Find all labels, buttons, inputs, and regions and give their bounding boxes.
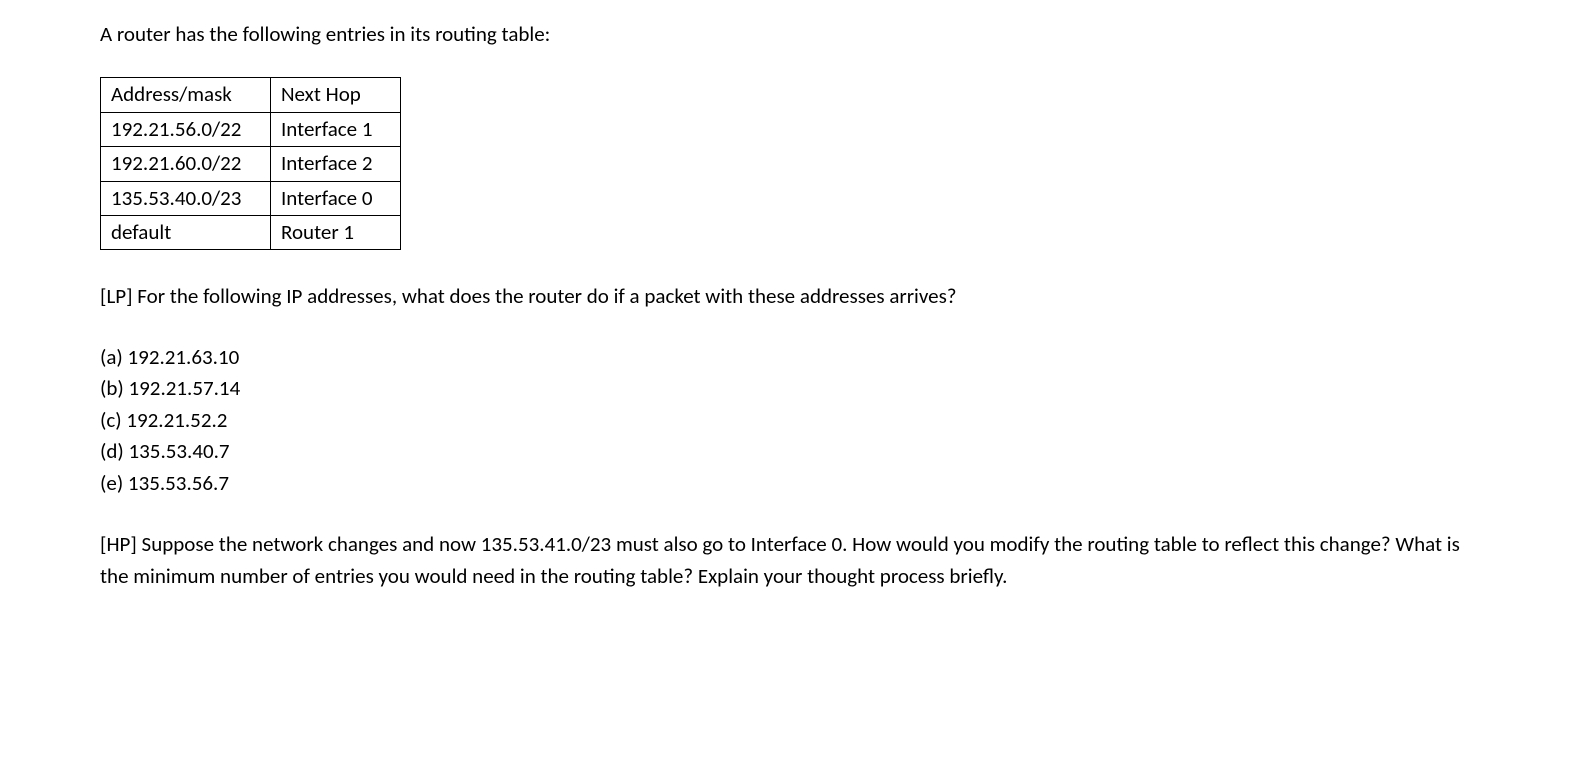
cell-nexthop: Interface 1 <box>271 112 401 146</box>
table-row: 192.21.60.0/22 Interface 2 <box>101 147 401 181</box>
options-list: (a) 192.21.63.10 (b) 192.21.57.14 (c) 19… <box>100 342 1482 500</box>
lp-question-text: [LP] For the following IP addresses, wha… <box>100 282 1482 311</box>
option-d: (d) 135.53.40.7 <box>100 436 1482 468</box>
option-c: (c) 192.21.52.2 <box>100 405 1482 437</box>
header-next-hop: Next Hop <box>271 78 401 112</box>
cell-nexthop: Router 1 <box>271 215 401 249</box>
option-e: (e) 135.53.56.7 <box>100 468 1482 500</box>
option-a: (a) 192.21.63.10 <box>100 342 1482 374</box>
cell-nexthop: Interface 2 <box>271 147 401 181</box>
cell-nexthop: Interface 0 <box>271 181 401 215</box>
cell-address: 192.21.60.0/22 <box>101 147 271 181</box>
option-b: (b) 192.21.57.14 <box>100 373 1482 405</box>
cell-address: default <box>101 215 271 249</box>
table-row: 135.53.40.0/23 Interface 0 <box>101 181 401 215</box>
cell-address: 135.53.40.0/23 <box>101 181 271 215</box>
cell-address: 192.21.56.0/22 <box>101 112 271 146</box>
table-row: Address/mask Next Hop <box>101 78 401 112</box>
header-address-mask: Address/mask <box>101 78 271 112</box>
hp-question-text: [HP] Suppose the network changes and now… <box>100 529 1482 592</box>
table-row: default Router 1 <box>101 215 401 249</box>
routing-table: Address/mask Next Hop 192.21.56.0/22 Int… <box>100 77 401 250</box>
intro-text: A router has the following entries in it… <box>100 20 1482 49</box>
table-row: 192.21.56.0/22 Interface 1 <box>101 112 401 146</box>
